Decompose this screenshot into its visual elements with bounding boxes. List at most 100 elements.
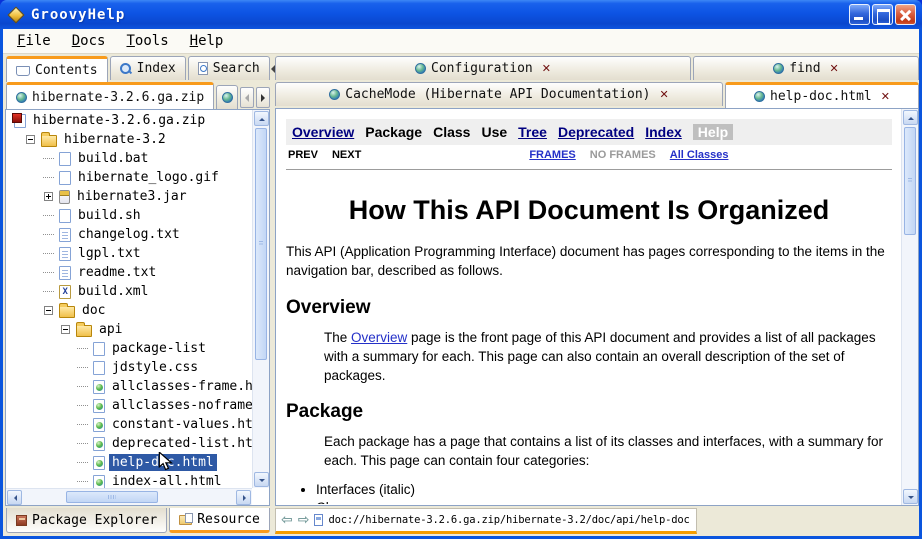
menu-file[interactable]: File bbox=[9, 31, 59, 51]
tree-item[interactable]: api bbox=[6, 320, 252, 339]
close-tab-icon[interactable]: ✕ bbox=[542, 62, 551, 75]
frames-link[interactable]: FRAMES bbox=[529, 149, 575, 161]
tree-connector bbox=[43, 234, 54, 235]
tree-item[interactable]: build.bat bbox=[6, 149, 252, 168]
globe-icon bbox=[773, 63, 784, 74]
tab-scroll-left-button[interactable] bbox=[240, 87, 254, 108]
tree-horizontal-scrollbar[interactable] bbox=[6, 488, 252, 505]
tree-item[interactable]: hibernate3.jar bbox=[6, 187, 252, 206]
close-tab-icon[interactable]: ✕ bbox=[660, 88, 669, 101]
tree-connector bbox=[77, 481, 88, 482]
tree-item[interactable]: build.sh bbox=[6, 206, 252, 225]
overview-page-link[interactable]: Overview bbox=[351, 330, 407, 345]
tree-item[interactable]: doc bbox=[6, 301, 252, 320]
book-icon bbox=[16, 66, 30, 76]
collapse-icon[interactable] bbox=[26, 135, 35, 144]
package-category-list: Interfaces (italic) Classes Enums bbox=[300, 481, 892, 504]
title-bar[interactable]: GroovyHelp bbox=[0, 0, 922, 29]
close-tab-icon[interactable]: ✕ bbox=[881, 90, 890, 103]
tab-configuration[interactable]: Configuration ✕ bbox=[275, 56, 691, 80]
globe-icon bbox=[329, 89, 340, 100]
tree-item[interactable]: readme.txt bbox=[6, 263, 252, 282]
collapse-icon[interactable] bbox=[61, 325, 70, 334]
history-back-icon[interactable]: ⇦ bbox=[281, 513, 293, 527]
scroll-up-button[interactable] bbox=[903, 110, 918, 125]
collapse-icon[interactable] bbox=[44, 306, 53, 315]
scroll-down-button[interactable] bbox=[254, 472, 269, 487]
tree-connector bbox=[43, 272, 54, 273]
mouse-cursor bbox=[158, 452, 174, 471]
scroll-left-button[interactable] bbox=[7, 490, 22, 505]
tab-partial[interactable]: .. bbox=[216, 85, 238, 109]
menu-docs[interactable]: Docs bbox=[64, 31, 114, 51]
menu-help[interactable]: Help bbox=[182, 31, 232, 51]
nav-tree-link[interactable]: Tree bbox=[518, 124, 547, 140]
minimize-button[interactable] bbox=[849, 4, 870, 25]
tab-hibernate-zip[interactable]: hibernate-3.2.6.ga.zip bbox=[6, 82, 214, 109]
tree-item-root[interactable]: hibernate-3.2.6.ga.zip bbox=[6, 111, 252, 130]
tree-item[interactable]: hibernate_logo.gif bbox=[6, 168, 252, 187]
scrollbar-thumb[interactable] bbox=[904, 127, 916, 235]
tree-item[interactable]: deprecated-list.ht bbox=[6, 434, 252, 453]
tree-item[interactable]: lgpl.txt bbox=[6, 244, 252, 263]
tree-connector bbox=[43, 215, 54, 216]
all-classes-link[interactable]: All Classes bbox=[670, 149, 729, 161]
tree-item[interactable]: package-list bbox=[6, 339, 252, 358]
html-file-icon bbox=[93, 475, 105, 489]
menu-bar: File Docs Tools Help bbox=[3, 29, 919, 54]
file-icon bbox=[93, 342, 105, 356]
tree-item[interactable]: changelog.txt bbox=[6, 225, 252, 244]
tree-item[interactable]: jdstyle.css bbox=[6, 358, 252, 377]
history-forward-icon[interactable]: ⇨ bbox=[298, 513, 310, 527]
section-heading-overview: Overview bbox=[286, 297, 892, 319]
html-file-icon bbox=[93, 437, 105, 451]
maximize-button[interactable] bbox=[872, 4, 893, 25]
intro-paragraph: This API (Application Programming Interf… bbox=[286, 243, 892, 281]
tab-package-explorer[interactable]: Package Explorer bbox=[6, 508, 167, 533]
tree-item[interactable]: index-all.html bbox=[6, 472, 252, 488]
close-tab-icon[interactable]: ✕ bbox=[830, 62, 839, 75]
tree-item[interactable]: allclasses-frame.h bbox=[6, 377, 252, 396]
nav-index-link[interactable]: Index bbox=[645, 124, 682, 140]
nav-use: Use bbox=[481, 124, 507, 140]
jar-file-icon bbox=[59, 190, 70, 204]
tab-scroll-right-button[interactable] bbox=[256, 87, 270, 108]
tab-cachemode[interactable]: CacheMode (Hibernate API Documentation) … bbox=[275, 82, 723, 106]
nav-overview-link[interactable]: Overview bbox=[292, 124, 354, 140]
tree-item-selected[interactable]: help-doc.html bbox=[6, 453, 252, 472]
scroll-down-button[interactable] bbox=[903, 489, 918, 504]
document-viewer: Overview Package Class Use Tree Deprecat… bbox=[275, 108, 919, 506]
text-file-icon bbox=[59, 228, 71, 242]
tab-find[interactable]: find ✕ bbox=[693, 56, 919, 80]
tab-help-doc[interactable]: help-doc.html ✕ bbox=[725, 82, 919, 108]
tree-item[interactable]: constant-values.ht bbox=[6, 415, 252, 434]
nav-class: Class bbox=[433, 124, 470, 140]
expand-icon[interactable] bbox=[44, 192, 53, 201]
list-item: Interfaces (italic) bbox=[316, 481, 892, 499]
tree-item[interactable]: hibernate-3.2 bbox=[6, 130, 252, 149]
tree-item[interactable]: allclasses-noframe bbox=[6, 396, 252, 415]
section-heading-package: Package bbox=[286, 401, 892, 423]
tab-search[interactable]: Search bbox=[188, 56, 270, 80]
nav-deprecated-link[interactable]: Deprecated bbox=[558, 124, 634, 140]
document-vertical-scrollbar[interactable] bbox=[901, 109, 918, 505]
scrollbar-thumb[interactable] bbox=[66, 491, 158, 503]
scroll-right-button[interactable] bbox=[236, 490, 251, 505]
scrollbar-thumb[interactable] bbox=[255, 128, 267, 360]
right-panel: Configuration ✕ find ✕ CacheMode (Hibern… bbox=[275, 56, 919, 534]
text-file-icon bbox=[59, 266, 71, 280]
package-paragraph: Each package has a page that contains a … bbox=[324, 433, 892, 471]
tab-resource[interactable]: Resource bbox=[169, 508, 270, 533]
tab-contents[interactable]: Contents bbox=[6, 56, 108, 82]
close-button[interactable] bbox=[895, 4, 916, 25]
tree-vertical-scrollbar[interactable] bbox=[252, 110, 269, 488]
app-window: GroovyHelp File Docs Tools Help Contents… bbox=[0, 0, 922, 539]
scroll-up-button[interactable] bbox=[254, 111, 269, 126]
file-icon bbox=[59, 171, 71, 185]
tree-rows: hibernate-3.2.6.ga.zip hibernate-3.2 bui… bbox=[6, 111, 252, 488]
tab-index[interactable]: Index bbox=[110, 56, 186, 80]
list-item: Classes bbox=[316, 499, 892, 504]
tree-item[interactable]: build.xml bbox=[6, 282, 252, 301]
menu-tools[interactable]: Tools bbox=[118, 31, 176, 51]
globe-icon bbox=[415, 63, 426, 74]
